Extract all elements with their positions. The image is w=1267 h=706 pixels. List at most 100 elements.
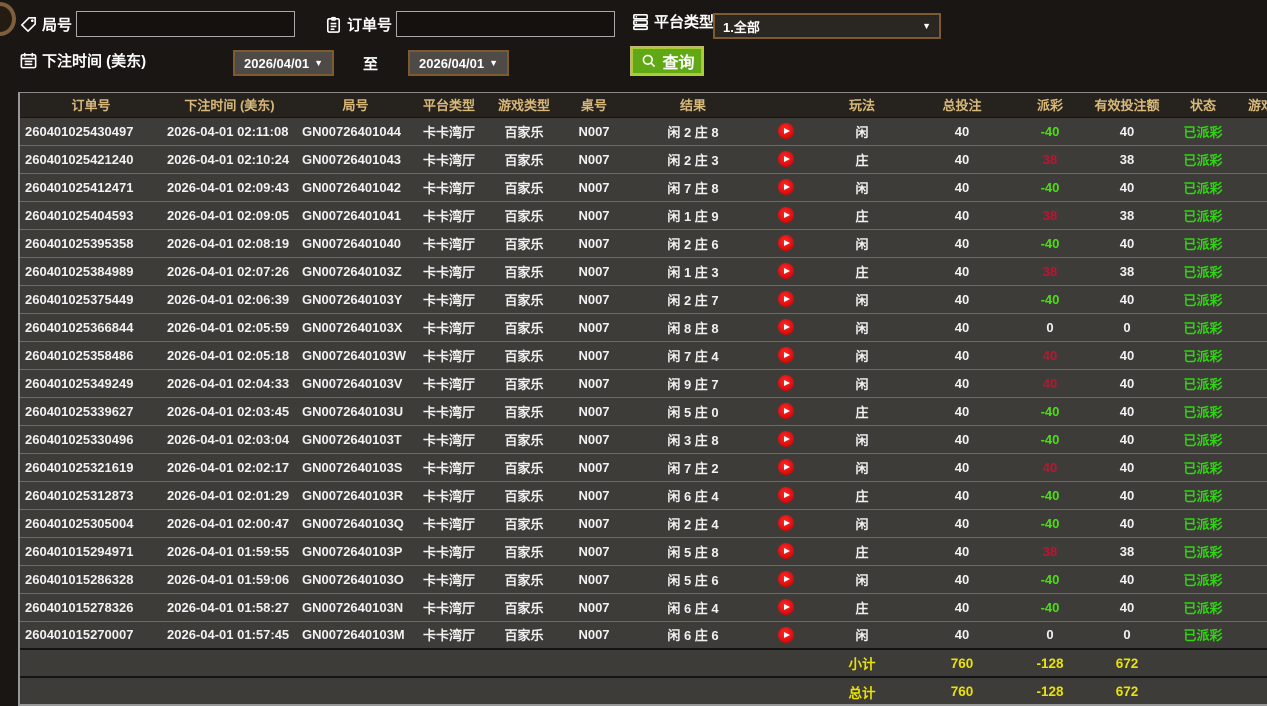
- cell-game-round: [1242, 592, 1267, 621]
- cell-payout: -40: [1010, 284, 1090, 313]
- cell-payout: -40: [1010, 424, 1090, 453]
- play-video-icon[interactable]: [778, 403, 794, 420]
- cell-game-type: 百家乐: [504, 124, 544, 140]
- cell-total-bet: 40: [954, 123, 970, 139]
- grand-total-row-cell-2: [297, 676, 414, 704]
- play-video-icon[interactable]: [778, 599, 794, 616]
- play-video-icon[interactable]: [778, 431, 794, 448]
- cell-status: 已派彩: [1164, 284, 1242, 313]
- order-number-label: 订单号: [347, 16, 393, 34]
- round-number-label: 局号: [42, 16, 73, 34]
- round-number-input[interactable]: [76, 11, 296, 37]
- cell-bet-type: 闲: [810, 172, 914, 201]
- cell-bet-time: 2026-04-01 02:08:19: [162, 228, 297, 257]
- cell-total-bet: 40: [914, 536, 1010, 565]
- column-header-__play__: [762, 93, 810, 118]
- cell-status: 已派彩: [1164, 620, 1242, 649]
- table-row: 260401025395358 2026-04-01 02:08:19 GN0072…: [20, 228, 1267, 257]
- cell-bet-time: 2026-04-01 02:02:17: [162, 452, 297, 481]
- cell-table-no: N007: [564, 592, 624, 621]
- play-video-icon[interactable]: [778, 543, 794, 560]
- cell-bet-type: 闲: [810, 284, 914, 313]
- order-number-input[interactable]: [396, 11, 616, 37]
- play-video-icon[interactable]: [778, 151, 794, 168]
- cell-status: 已派彩: [1164, 200, 1242, 229]
- cell-total-bet: 40: [914, 256, 1010, 285]
- cell-round-no: GN0072640103U: [297, 396, 414, 425]
- play-video-icon[interactable]: [778, 487, 794, 504]
- cell-total-bet: 40: [914, 620, 1010, 649]
- cell-platform: 卡卡湾厅: [414, 144, 484, 173]
- cell-platform: 卡卡湾厅: [414, 620, 484, 649]
- grand-total-row-label: 总计: [810, 676, 914, 704]
- cell-game-type: 百家乐: [484, 508, 564, 537]
- cell-round-no: GN0072640103S: [297, 452, 414, 481]
- cell-round-no: GN00726401040: [297, 228, 414, 257]
- platform-type-select[interactable]: 1.全部 ▼: [713, 13, 941, 39]
- cell-game-round: [1242, 117, 1267, 145]
- cell-round-no: GN0072640103Q: [297, 508, 414, 537]
- cell-result: 闲 6 庄 6: [624, 620, 762, 649]
- cell-game-type: 百家乐: [484, 396, 564, 425]
- cell-table-no: N007: [564, 228, 624, 257]
- cell-bet-time: 2026-04-01 02:03:45: [162, 396, 297, 425]
- cell-order-no: 260401015286328: [20, 564, 162, 593]
- cell-valid-bet: 40: [1119, 123, 1135, 139]
- cell-table-no: N007: [564, 620, 624, 649]
- cell-table-no: N007: [564, 144, 624, 173]
- search-button[interactable]: 查询: [630, 46, 704, 76]
- column-header-status: 状态: [1164, 93, 1242, 118]
- date-from-select[interactable]: 2026/04/01 ▼: [233, 50, 334, 76]
- play-video-icon[interactable]: [778, 207, 794, 224]
- cell-payout: -40: [1010, 592, 1090, 621]
- cell-game-round: [1242, 228, 1267, 257]
- cell-status: 已派彩: [1164, 396, 1242, 425]
- play-video-icon[interactable]: [778, 347, 794, 364]
- play-video-icon[interactable]: [778, 627, 794, 644]
- cell-order-no: 260401025312873: [20, 480, 162, 509]
- play-video-icon[interactable]: [778, 319, 794, 336]
- cell-status: 已派彩: [1164, 312, 1242, 341]
- cell-table-no: N007: [564, 480, 624, 509]
- cell-order-no: 260401015294971: [20, 536, 162, 565]
- cell-valid-bet: 0: [1090, 312, 1164, 341]
- cell-payout: 40: [1010, 452, 1090, 481]
- play-video-icon[interactable]: [778, 571, 794, 588]
- play-video-icon[interactable]: [778, 263, 794, 280]
- cell-bet-type: 闲: [810, 452, 914, 481]
- play-video-icon[interactable]: [778, 515, 794, 532]
- grand-total-row-cell-6: [624, 676, 762, 704]
- filter-bar: 局号 订单号 平台类型 1.全部 ▼ 下注时间 (美东) 2026/04/01 …: [0, 0, 1267, 92]
- subtotal-row-cell-13: [1242, 648, 1267, 677]
- column-header-valid_bet: 有效投注额: [1090, 93, 1164, 118]
- play-video-icon[interactable]: [778, 291, 794, 308]
- cell-bet-type: 庄: [810, 536, 914, 565]
- cell-game-round: [1242, 396, 1267, 425]
- cell-platform: 卡卡湾厅: [414, 564, 484, 593]
- grand-total-row-cell-0: [20, 676, 162, 704]
- table-row: 260401025321619 2026-04-01 02:02:17 GN0072…: [20, 452, 1267, 481]
- cell-result: 闲 1 庄 9: [624, 200, 762, 229]
- table-row: 260401025421240 2026-04-01 02:10:24 GN0072…: [20, 144, 1267, 173]
- play-video-icon[interactable]: [778, 179, 794, 196]
- chevron-down-icon: ▼: [314, 58, 323, 68]
- table-row: 260401025339627 2026-04-01 02:03:45 GN0072…: [20, 396, 1267, 425]
- cell-bet-type: 闲: [810, 508, 914, 537]
- date-range-to-label: 至: [363, 56, 379, 73]
- cell-replay: [762, 144, 810, 173]
- cell-replay: [762, 284, 810, 313]
- play-video-icon[interactable]: [778, 235, 794, 252]
- play-video-icon[interactable]: [778, 123, 794, 140]
- column-header-platform: 平台类型: [414, 93, 484, 118]
- play-video-icon[interactable]: [778, 375, 794, 392]
- cell-total-bet: 40: [914, 172, 1010, 201]
- date-to-select[interactable]: 2026/04/01 ▼: [408, 50, 509, 76]
- play-video-icon[interactable]: [778, 459, 794, 476]
- cell-result: 闲 6 庄 4: [624, 592, 762, 621]
- chevron-down-icon: ▼: [489, 58, 498, 68]
- cell-valid-bet: 40: [1090, 340, 1164, 369]
- platform-type-field: 平台类型: [630, 11, 714, 32]
- cell-payout: 38: [1010, 256, 1090, 285]
- cell-result: 闲 5 庄 6: [624, 564, 762, 593]
- cell-table-no: N007: [564, 396, 624, 425]
